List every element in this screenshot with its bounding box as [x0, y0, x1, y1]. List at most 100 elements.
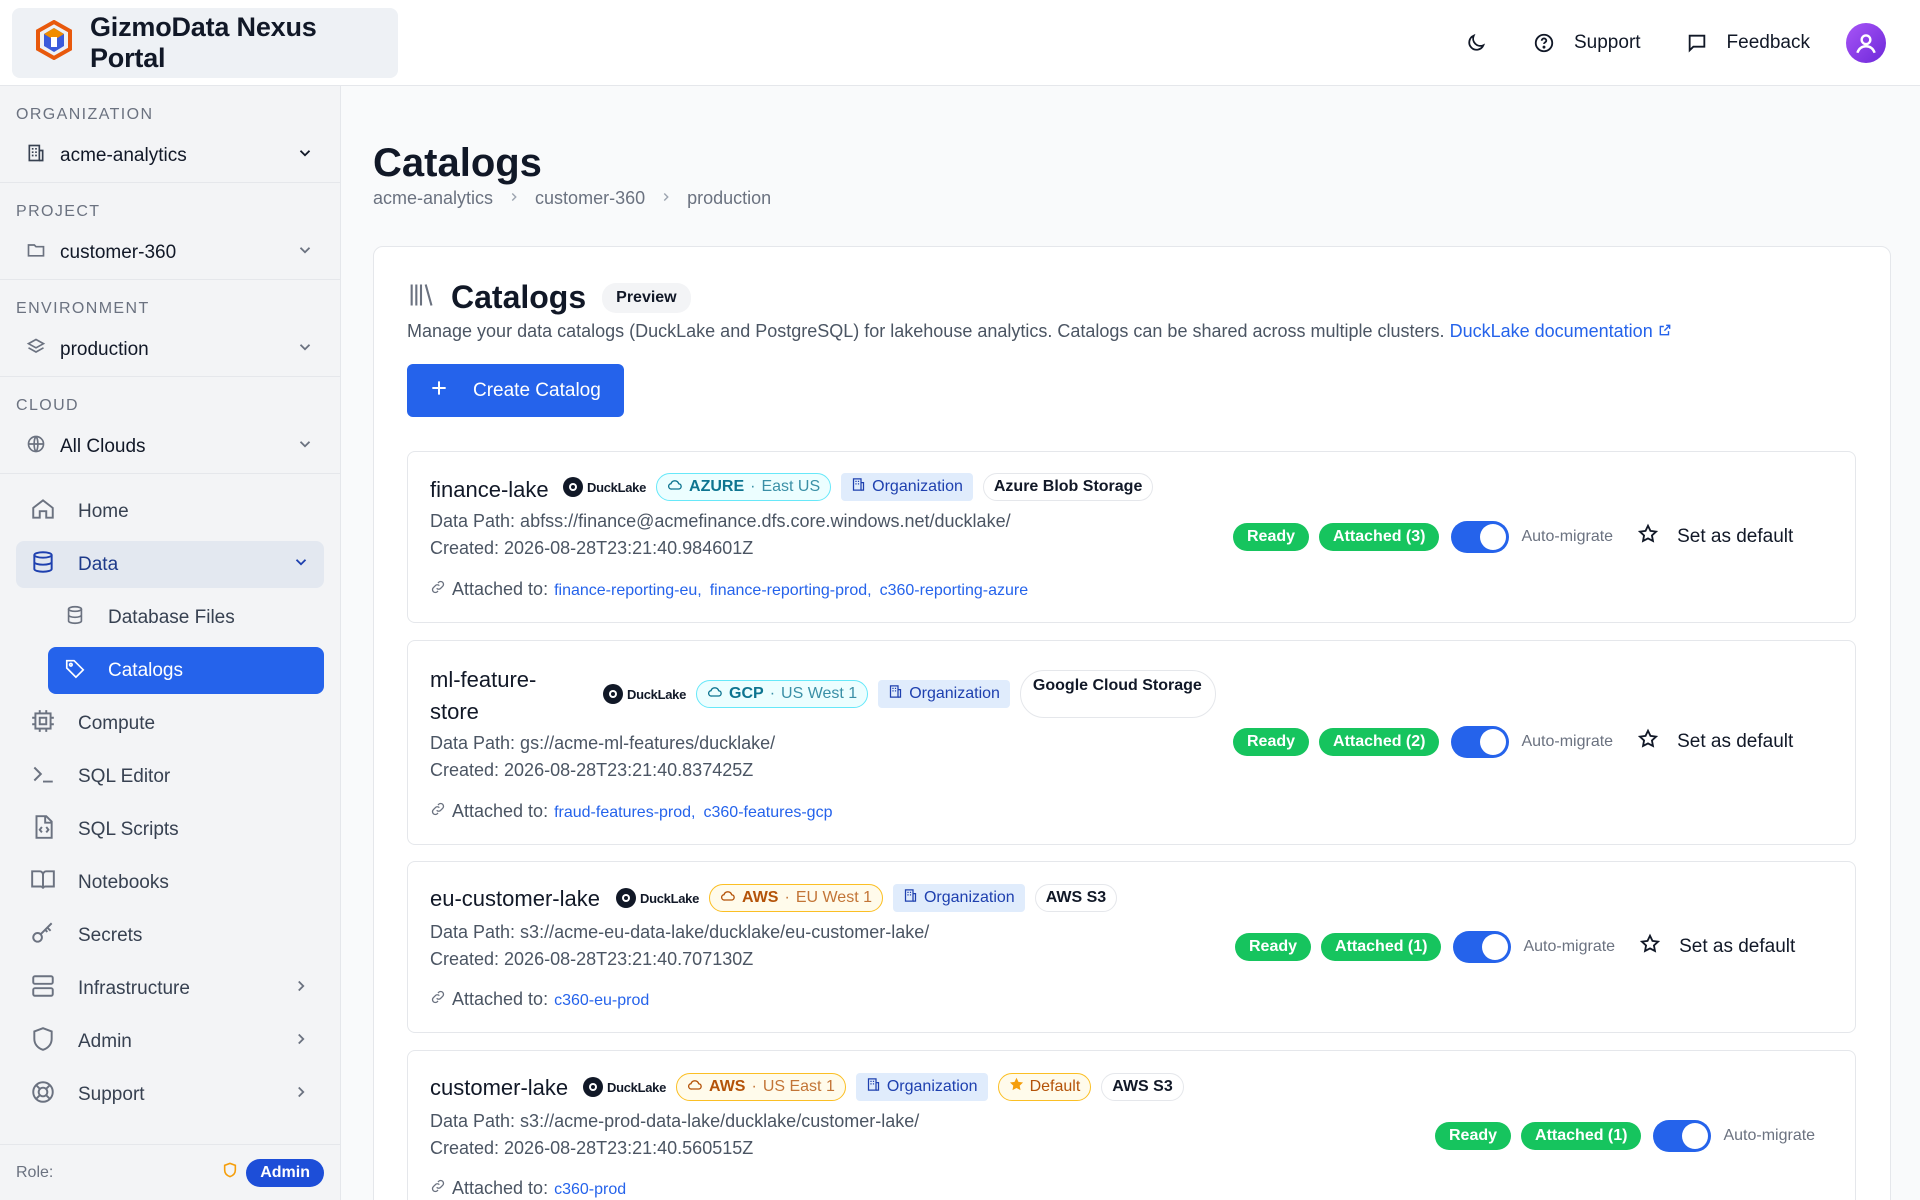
attached-cluster-link[interactable]: c360-eu-prod — [554, 992, 649, 1009]
breadcrumb-item[interactable]: customer-360 — [535, 188, 645, 209]
ducklake-text: DuckLake — [587, 479, 647, 495]
chevron-down-icon — [296, 435, 314, 459]
catalog-name[interactable]: finance-lake — [430, 477, 549, 503]
set-default-button[interactable]: Set as default — [1637, 523, 1793, 551]
building-icon — [866, 1077, 881, 1097]
building-icon — [26, 143, 46, 169]
layers-icon — [26, 337, 46, 363]
file-code-icon — [30, 814, 56, 846]
star-icon — [1637, 728, 1659, 756]
cloud-name: AZURE — [689, 478, 745, 495]
create-catalog-button[interactable]: Create Catalog — [407, 364, 624, 417]
breadcrumb-item[interactable]: production — [687, 188, 771, 209]
terminal-icon — [30, 761, 56, 793]
life-buoy-icon — [30, 1079, 56, 1111]
sidebar-item-data[interactable]: Data — [16, 541, 324, 588]
shield-icon — [222, 1162, 238, 1183]
sidebar-item-secrets[interactable]: Secrets — [16, 912, 324, 959]
database-icon — [30, 549, 56, 581]
attached-cluster-link[interactable]: c360-reporting-azure — [880, 582, 1029, 599]
cloud-name: AWS — [742, 889, 779, 906]
cloud-selector: CLOUD All Clouds — [0, 377, 340, 474]
chevron-right-icon — [292, 1083, 310, 1107]
sidebar-item-sql-scripts[interactable]: SQL Scripts — [16, 806, 324, 853]
key-icon — [30, 920, 56, 952]
star-icon — [1637, 523, 1659, 551]
cloud-dropdown[interactable]: All Clouds — [16, 427, 324, 467]
sidebar-item-notebooks[interactable]: Notebooks — [16, 859, 324, 906]
chevron-down-icon — [296, 144, 314, 168]
attached-to: Attached to: fraud-features-prod, c360-fe… — [430, 801, 832, 822]
catalog-name[interactable]: customer-lake — [430, 1075, 568, 1101]
set-default-button[interactable]: Set as default — [1639, 933, 1795, 961]
sidebar-item-label: Admin — [78, 1030, 132, 1052]
sidebar-item-database-files[interactable]: Database Files — [48, 594, 324, 641]
storage-badge: AWS S3 — [1034, 884, 1118, 912]
chevron-down-icon — [296, 241, 314, 265]
attached-cluster-link[interactable]: finance-reporting-prod — [710, 582, 867, 599]
building-icon — [851, 477, 866, 497]
help-circle-icon — [1532, 31, 1556, 55]
cloud-icon — [687, 1077, 703, 1098]
sidebar-item-catalogs[interactable]: Catalogs — [48, 647, 324, 694]
ducklake-logo: DuckLake — [603, 684, 686, 704]
sidebar-item-support[interactable]: Support — [16, 1071, 324, 1118]
auto-migrate-label: Auto-migrate — [1523, 938, 1616, 955]
project-dropdown[interactable]: customer-360 — [16, 233, 324, 273]
auto-migrate-toggle[interactable] — [1453, 931, 1512, 963]
duck-icon — [603, 684, 623, 704]
attached-cluster-link[interactable]: finance-reporting-eu — [554, 582, 697, 599]
cpu-icon — [30, 708, 56, 740]
feedback-button[interactable]: Feedback — [1663, 19, 1832, 67]
external-link-icon — [1659, 324, 1671, 336]
ducklake-logo: DuckLake — [563, 477, 646, 497]
environment-dropdown[interactable]: production — [16, 330, 324, 370]
auto-migrate-toggle[interactable] — [1451, 726, 1510, 758]
ducklake-text: DuckLake — [607, 1079, 667, 1095]
ducklake-logo: DuckLake — [583, 1077, 666, 1097]
sidebar-item-sql-editor[interactable]: SQL Editor — [16, 753, 324, 800]
project-label: PROJECT — [16, 203, 101, 220]
cloud-badge: GCP · US West 1 — [696, 680, 869, 708]
user-avatar[interactable] — [1846, 22, 1886, 63]
ducklake-text: DuckLake — [640, 890, 700, 906]
cloud-icon — [720, 888, 736, 909]
set-default-label: Set as default — [1679, 936, 1796, 957]
ducklake-doc-link[interactable]: DuckLake documentation — [1450, 321, 1672, 341]
duck-icon — [563, 477, 583, 497]
attached-to: Attached to: c360-eu-prod — [430, 989, 649, 1010]
catalogs-card: Catalogs Preview Manage your data catalo… — [373, 246, 1891, 1200]
main-content: Catalogs acme-analytics customer-360 pro… — [342, 86, 1920, 1200]
sidebar-item-admin[interactable]: Admin — [16, 1018, 324, 1065]
support-button[interactable]: Support — [1510, 19, 1663, 67]
auto-migrate-toggle[interactable] — [1653, 1120, 1712, 1152]
catalog-name[interactable]: eu-customer-lake — [430, 886, 600, 912]
catalog-meta: Data Path: s3://acme-eu-data-lake/duckla… — [430, 919, 929, 973]
cloud-name: GCP — [729, 685, 764, 702]
attached-cluster-link[interactable]: c360-features-gcp — [704, 804, 833, 821]
theme-toggle-button[interactable] — [1442, 19, 1510, 67]
cloud-icon — [667, 477, 683, 498]
set-default-button[interactable]: Set as default — [1637, 728, 1793, 756]
attached-cluster-link[interactable]: fraud-features-prod — [554, 804, 691, 821]
sidebar-item-compute[interactable]: Compute — [16, 700, 324, 747]
sidebar-item-label: Database Files — [108, 606, 235, 628]
breadcrumb-item[interactable]: acme-analytics — [373, 188, 493, 209]
cloud-value: All Clouds — [60, 436, 146, 457]
organization-dropdown[interactable]: acme-analytics — [16, 136, 324, 176]
catalog-row: eu-customer-lake DuckLake AWS · EU West 1 … — [407, 861, 1856, 1033]
role-badge: Admin — [246, 1158, 324, 1187]
role-label: Role: — [16, 1163, 54, 1181]
sidebar-item-label: SQL Editor — [78, 765, 171, 787]
sidebar-item-home[interactable]: Home — [16, 488, 324, 535]
link-icon — [430, 989, 446, 1010]
auto-migrate-toggle[interactable] — [1451, 521, 1510, 553]
ducklake-text: DuckLake — [627, 686, 687, 702]
sidebar-item-infrastructure[interactable]: Infrastructure — [16, 965, 324, 1012]
catalog-name[interactable]: ml-feature-store — [430, 664, 560, 728]
cloud-icon — [707, 684, 723, 705]
duck-icon — [616, 888, 636, 908]
home-icon — [30, 496, 56, 528]
brand[interactable]: GizmoData Nexus Portal — [12, 7, 398, 78]
attached-cluster-link[interactable]: c360-prod — [554, 1181, 626, 1198]
